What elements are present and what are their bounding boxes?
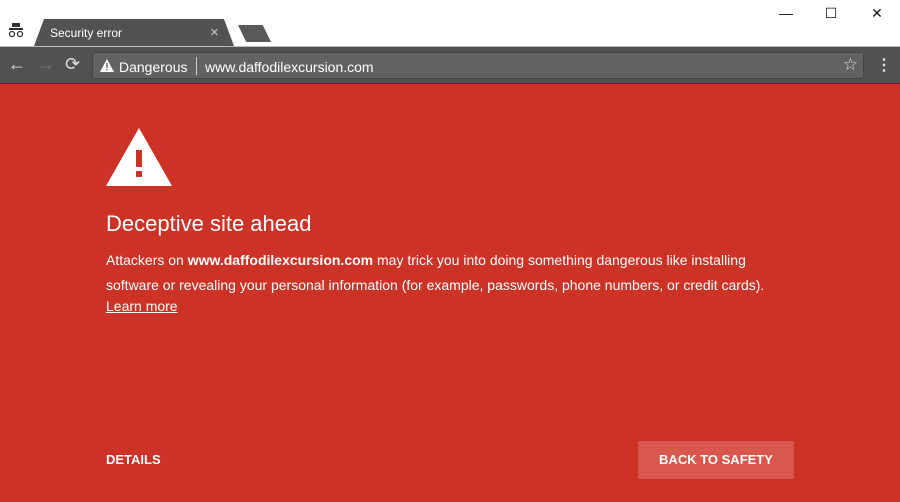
page-title: Deceptive site ahead — [106, 211, 312, 236]
bookmark-star-icon[interactable]: ☆ — [843, 55, 858, 75]
divider — [196, 57, 197, 75]
warning-triangle-icon — [106, 128, 172, 186]
tab-title: Security error — [50, 26, 123, 40]
new-tab-button[interactable] — [238, 25, 271, 42]
forward-icon[interactable]: → — [37, 54, 55, 75]
address-bar[interactable]: Dangerous www.daffodilexcursion.com ☆ — [92, 52, 864, 79]
security-status[interactable]: Dangerous — [119, 59, 188, 75]
maximize-button[interactable]: ☐ — [821, 5, 841, 25]
tab-close-icon[interactable]: × — [210, 24, 219, 41]
msg-domain: www.daffodilexcursion.com — [187, 252, 374, 268]
menu-icon[interactable]: ⋮ — [876, 55, 892, 75]
msg-prefix: Attackers on — [106, 252, 188, 268]
url-text[interactable]: www.daffodilexcursion.com — [205, 59, 374, 75]
minimize-button[interactable]: — — [776, 5, 796, 25]
details-button[interactable]: DETAILS — [106, 452, 161, 467]
learn-more-link[interactable]: Learn more — [106, 298, 178, 314]
incognito-icon — [8, 23, 24, 38]
interstitial-page: Deceptive site ahead Attackers on www.da… — [0, 84, 900, 502]
warning-message: Attackers on www.daffodilexcursion.com m… — [106, 248, 796, 298]
back-icon[interactable]: ← — [8, 54, 26, 75]
warning-icon — [100, 59, 114, 72]
close-window-button[interactable]: ✕ — [867, 5, 887, 25]
toolbar: ← → ⟳ Dangerous www.daffodilexcursion.co… — [0, 46, 900, 84]
back-to-safety-button[interactable]: BACK TO SAFETY — [638, 441, 794, 479]
title-bar: Security error × — ☐ ✕ — [0, 0, 900, 46]
reload-icon[interactable]: ⟳ — [65, 54, 80, 75]
